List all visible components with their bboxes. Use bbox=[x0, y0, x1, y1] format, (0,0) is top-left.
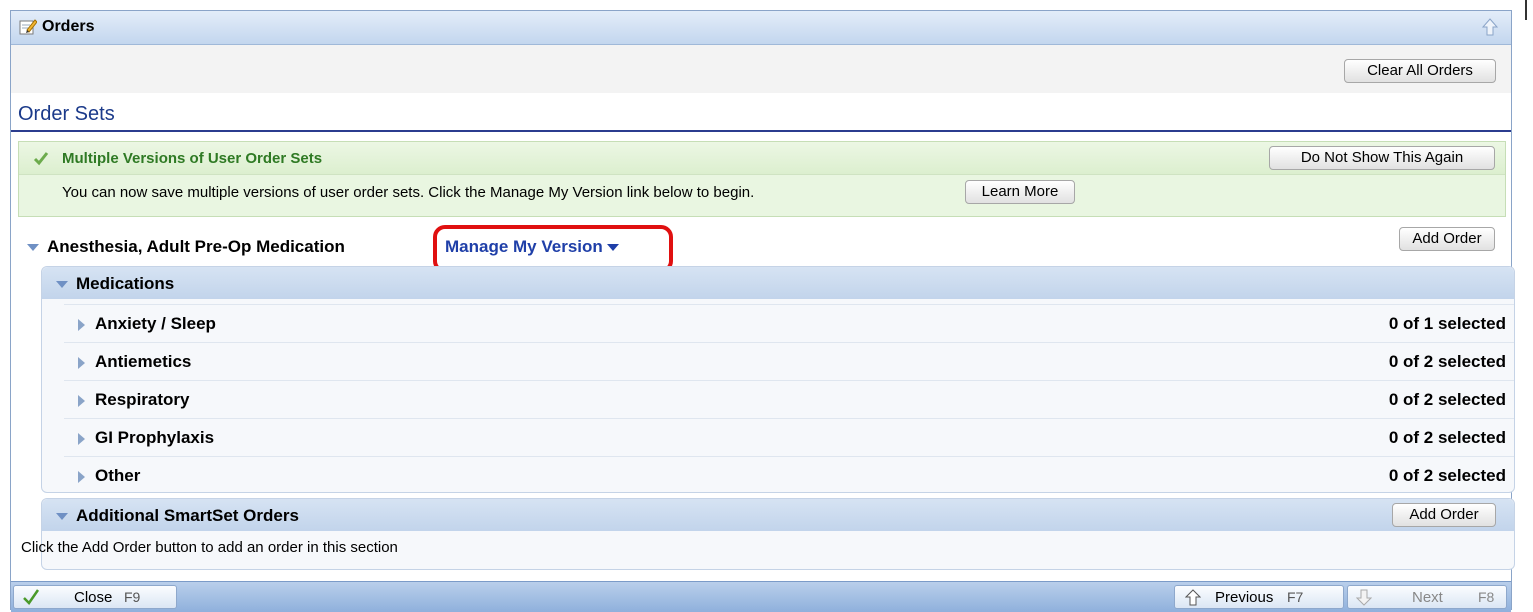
next-shortcut: F8 bbox=[1478, 589, 1495, 605]
list-item[interactable]: Other 0 of 2 selected bbox=[64, 456, 1514, 494]
additional-orders-header[interactable]: Additional SmartSet Orders Add Order bbox=[42, 499, 1514, 531]
do-not-show-again-button[interactable]: Do Not Show This Again bbox=[1269, 146, 1495, 170]
collapsed-triangle-icon bbox=[78, 318, 85, 331]
panel-titlebar: Orders bbox=[11, 11, 1511, 45]
notice-text: You can now save multiple versions of us… bbox=[62, 184, 755, 201]
clear-all-orders-button[interactable]: Clear All Orders bbox=[1344, 59, 1496, 83]
selection-count: 0 of 1 selected bbox=[1388, 314, 1506, 333]
next-label: Next bbox=[1412, 589, 1443, 606]
order-toolbar: Clear All Orders bbox=[11, 45, 1511, 93]
collapsed-triangle-icon bbox=[78, 356, 85, 369]
selection-count: 0 of 2 selected bbox=[1388, 352, 1506, 371]
close-label: Close bbox=[74, 589, 113, 606]
panel-title: Orders bbox=[42, 18, 95, 35]
add-order-button[interactable]: Add Order bbox=[1399, 227, 1495, 251]
edit-pencil-icon bbox=[19, 19, 37, 35]
category-name: GI Prophylaxis bbox=[95, 428, 215, 447]
dropdown-arrow-icon bbox=[606, 244, 619, 252]
down-arrow-icon bbox=[1356, 589, 1372, 606]
footer-bar: Close F9 Previous F7 Next F8 bbox=[11, 581, 1511, 612]
order-sets-heading: Order Sets bbox=[18, 103, 115, 125]
medications-group: Medications Anxiety / Sleep 0 of 1 selec… bbox=[41, 266, 1515, 493]
list-item[interactable]: Respiratory 0 of 2 selected bbox=[64, 380, 1514, 418]
order-set-name: Anesthesia, Adult Pre-Op Medication bbox=[47, 237, 345, 256]
orders-panel: Orders Clear All Orders Order Sets Multi… bbox=[10, 10, 1515, 612]
category-name: Antiemetics bbox=[95, 352, 192, 371]
selection-count: 0 of 2 selected bbox=[1388, 428, 1506, 447]
previous-shortcut: F7 bbox=[1287, 589, 1304, 605]
category-name: Anxiety / Sleep bbox=[95, 314, 216, 333]
additional-orders-title: Additional SmartSet Orders bbox=[76, 506, 299, 525]
expand-triangle-icon bbox=[27, 244, 39, 252]
section-divider bbox=[11, 130, 1511, 132]
list-item[interactable]: GI Prophylaxis 0 of 2 selected bbox=[64, 418, 1514, 456]
additional-orders-group: Additional SmartSet Orders Add Order Cli… bbox=[21, 498, 1515, 570]
checkmark-icon bbox=[33, 152, 49, 166]
expand-triangle-icon bbox=[56, 281, 68, 289]
notice-title: Multiple Versions of User Order Sets bbox=[62, 150, 323, 167]
category-name: Respiratory bbox=[95, 390, 190, 409]
window-edge bbox=[1525, 0, 1527, 20]
close-button[interactable]: Close F9 bbox=[13, 585, 177, 609]
previous-label: Previous bbox=[1215, 589, 1274, 606]
expand-triangle-icon bbox=[56, 513, 68, 521]
order-set-header[interactable]: Anesthesia, Adult Pre-Op Medication bbox=[27, 237, 345, 257]
checkmark-icon bbox=[23, 589, 40, 605]
up-arrow-icon bbox=[1185, 589, 1201, 606]
medications-header[interactable]: Medications bbox=[42, 267, 1514, 299]
category-name: Other bbox=[95, 466, 141, 485]
collapsed-triangle-icon bbox=[78, 394, 85, 407]
previous-button[interactable]: Previous F7 bbox=[1174, 585, 1344, 609]
collapsed-triangle-icon bbox=[78, 432, 85, 445]
empty-section-hint: Click the Add Order button to add an ord… bbox=[21, 539, 398, 556]
collapse-up-arrow-icon[interactable] bbox=[1481, 17, 1499, 37]
list-item[interactable]: Antiemetics 0 of 2 selected bbox=[64, 342, 1514, 380]
medications-title: Medications bbox=[76, 274, 175, 293]
close-shortcut: F9 bbox=[124, 589, 141, 605]
manage-my-version-label: Manage My Version bbox=[445, 237, 603, 256]
collapsed-triangle-icon bbox=[78, 470, 85, 483]
learn-more-button[interactable]: Learn More bbox=[965, 180, 1075, 204]
add-order-button[interactable]: Add Order bbox=[1392, 503, 1496, 527]
selection-count: 0 of 2 selected bbox=[1388, 466, 1506, 485]
selection-count: 0 of 2 selected bbox=[1388, 390, 1506, 409]
next-button[interactable]: Next F8 bbox=[1347, 585, 1507, 609]
notice-header: Multiple Versions of User Order Sets Do … bbox=[19, 142, 1505, 175]
manage-my-version-link[interactable]: Manage My Version bbox=[445, 237, 619, 257]
feature-notice: Multiple Versions of User Order Sets Do … bbox=[18, 141, 1506, 217]
list-item[interactable]: Anxiety / Sleep 0 of 1 selected bbox=[64, 304, 1514, 342]
